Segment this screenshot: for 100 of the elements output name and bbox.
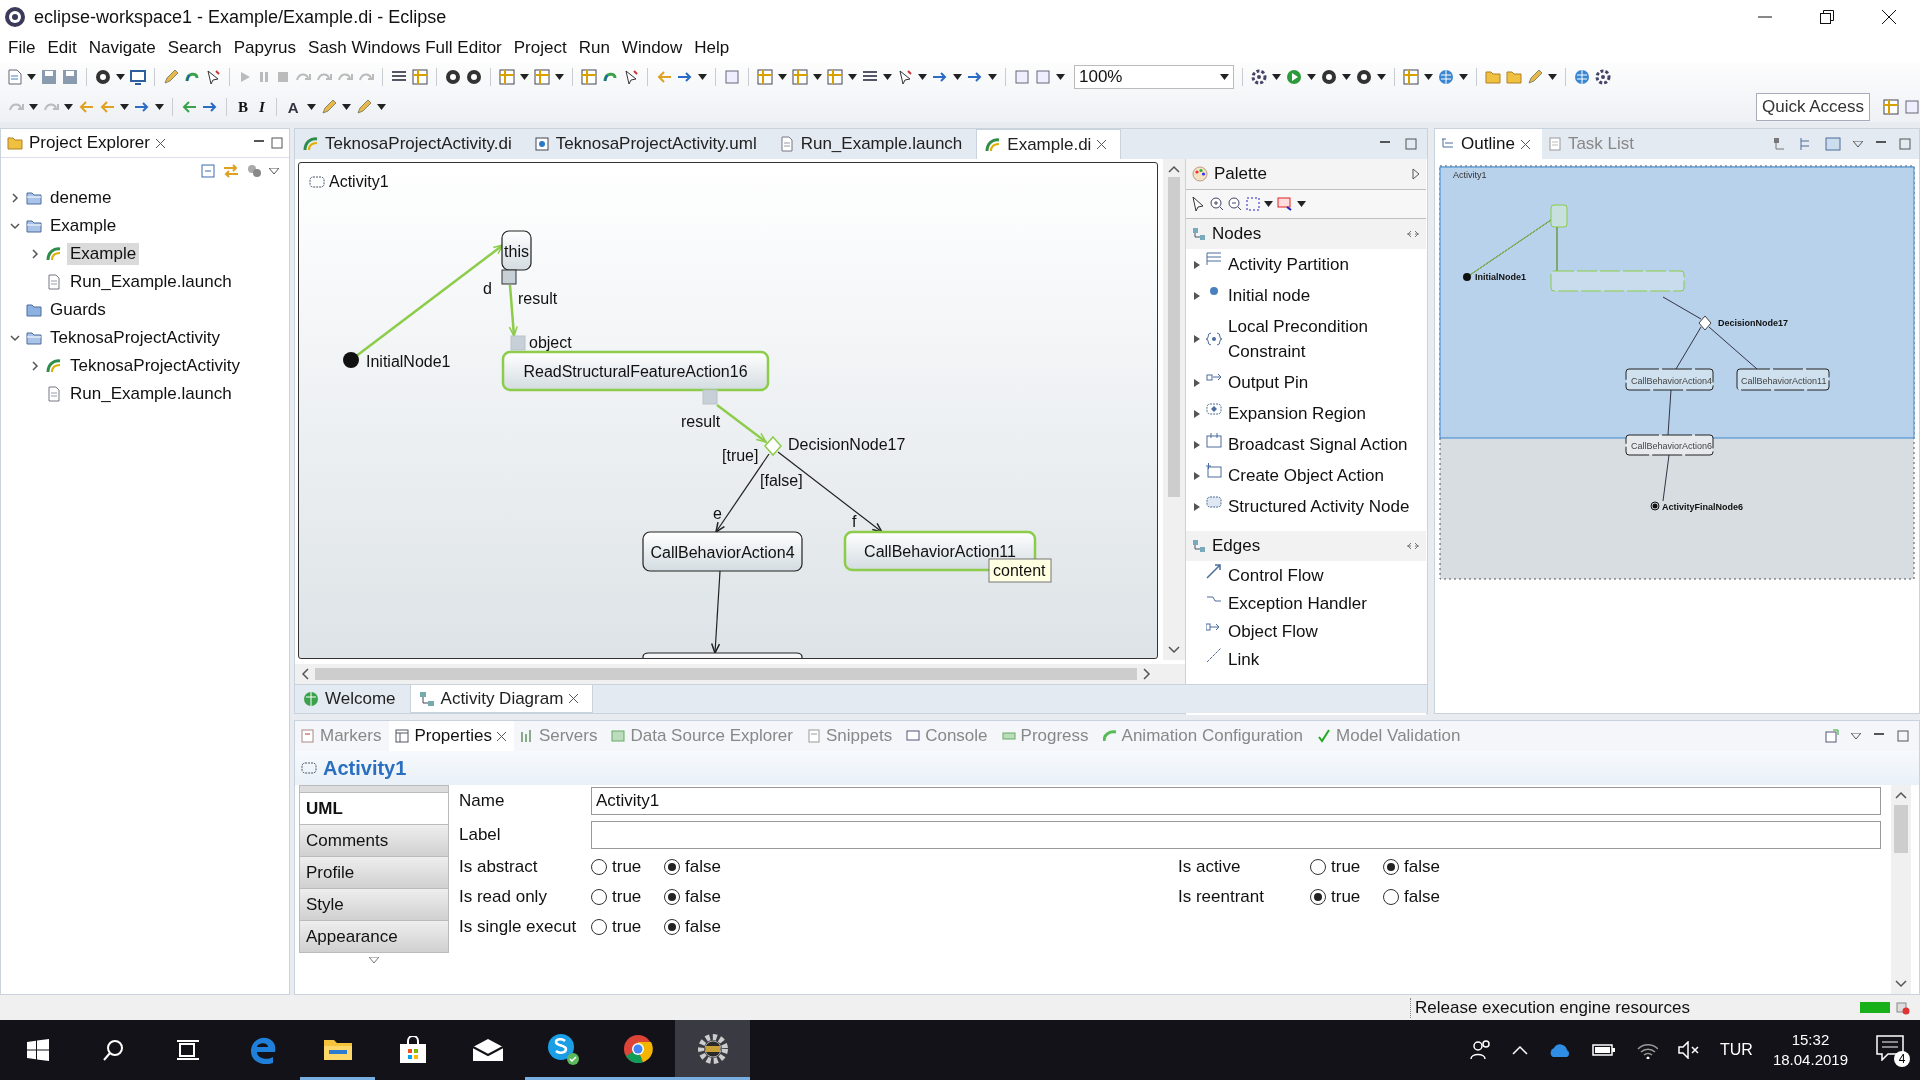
palette-item[interactable]: Local Precondition Constraint — [1186, 311, 1426, 367]
radio-button[interactable] — [1383, 859, 1399, 875]
scrollbar-thumb[interactable] — [1168, 177, 1180, 497]
arrow-icon[interactable] — [202, 101, 218, 113]
grid-icon[interactable] — [499, 69, 515, 85]
radio-button[interactable] — [664, 889, 680, 905]
speaker-muted-icon[interactable] — [1678, 1041, 1701, 1059]
arrow-icon[interactable] — [677, 71, 693, 83]
tree-item[interactable]: TeknosaProjectActivity — [47, 327, 224, 349]
play-icon[interactable] — [1286, 69, 1302, 85]
view-tab[interactable]: Properties — [389, 721, 514, 751]
palette-drawer[interactable]: Nodes — [1186, 219, 1426, 249]
pointer-icon[interactable] — [205, 69, 221, 85]
scrollbar-thumb[interactable] — [1894, 805, 1908, 853]
outline-tool-icon[interactable] — [1773, 137, 1787, 151]
text-field[interactable] — [591, 821, 1881, 849]
format-button[interactable]: B — [235, 98, 251, 116]
pencil-icon[interactable] — [320, 99, 337, 115]
arrow-icon[interactable] — [967, 71, 983, 83]
menu-item[interactable]: Papyrus — [227, 38, 303, 58]
view-tab[interactable]: Outline — [1435, 129, 1542, 159]
grid-icon[interactable] — [534, 69, 550, 85]
pointer-icon[interactable] — [897, 69, 913, 85]
scroll-down-icon[interactable] — [369, 957, 379, 963]
close-icon[interactable] — [1097, 140, 1107, 149]
browser-icon[interactable] — [248, 1036, 277, 1064]
menu-item[interactable]: Edit — [41, 38, 83, 58]
maximize-icon[interactable] — [1897, 730, 1909, 742]
progress-icon[interactable] — [1896, 1000, 1910, 1015]
radio-button[interactable] — [664, 859, 680, 875]
filter-icon[interactable] — [247, 164, 261, 178]
list-icon[interactable] — [862, 70, 878, 84]
scroll-left-icon[interactable] — [301, 668, 309, 680]
palette-item[interactable]: Control Flow — [1186, 561, 1426, 589]
marquee-icon[interactable] — [1246, 197, 1260, 211]
save-icon[interactable] — [41, 69, 57, 85]
mail-icon[interactable] — [471, 1038, 504, 1062]
expand-icon[interactable] — [1412, 168, 1420, 180]
radio-button[interactable] — [664, 919, 680, 935]
list-icon[interactable] — [391, 70, 407, 84]
scroll-right-icon[interactable] — [1143, 668, 1151, 680]
gear-icon[interactable] — [1595, 69, 1611, 85]
radio-button[interactable] — [1383, 889, 1399, 905]
circle-icon[interactable] — [445, 69, 461, 85]
scroll-down-icon[interactable] — [1895, 980, 1907, 988]
close-icon[interactable] — [1520, 139, 1530, 149]
editor-tab[interactable]: TeknosaProjectActivity.uml — [525, 129, 771, 159]
property-tab[interactable]: Comments — [299, 825, 449, 857]
pin-drawer-icon[interactable] — [1406, 541, 1420, 551]
scroll-down-icon[interactable] — [1168, 646, 1180, 654]
palette-item[interactable]: Expansion Region — [1186, 398, 1426, 429]
menu-item[interactable]: Run — [572, 38, 616, 58]
menu-item[interactable]: Search — [161, 38, 228, 58]
property-tab[interactable]: Appearance — [299, 921, 449, 953]
connection-tool-icon[interactable] — [1277, 197, 1293, 211]
pencil-icon[interactable] — [1527, 69, 1543, 85]
view-menu-icon[interactable] — [1853, 141, 1863, 147]
radio-button[interactable] — [591, 919, 607, 935]
zoom-combo[interactable]: 100% — [1074, 65, 1234, 89]
save-icon[interactable] — [62, 69, 78, 85]
maximize-icon[interactable] — [1405, 138, 1417, 150]
menu-item[interactable]: File — [2, 38, 42, 58]
pencil-icon[interactable] — [163, 69, 179, 85]
format-button[interactable]: A — [284, 98, 302, 116]
maximize-icon[interactable] — [1899, 138, 1911, 150]
palette-item[interactable]: Link — [1186, 645, 1426, 673]
maximize-icon[interactable] — [271, 137, 283, 149]
chrome-browser-icon[interactable] — [622, 1033, 653, 1064]
notification-icon[interactable] — [1876, 1035, 1904, 1061]
scroll-up-icon[interactable] — [1895, 791, 1907, 799]
tree-item[interactable]: Example — [47, 215, 120, 237]
circle-icon[interactable] — [466, 69, 482, 85]
property-tab[interactable]: UML — [299, 793, 449, 825]
gear-icon[interactable] — [1251, 69, 1267, 85]
radio-button[interactable] — [1310, 889, 1326, 905]
close-icon[interactable] — [1882, 10, 1896, 24]
globe-icon[interactable] — [1438, 69, 1454, 85]
text-field[interactable]: Activity1 — [591, 787, 1881, 815]
palette-item[interactable]: Object Flow — [1186, 617, 1426, 645]
grid-icon[interactable] — [827, 69, 843, 85]
tree-item[interactable]: deneme — [47, 187, 115, 209]
tree-item[interactable]: TeknosaProjectActivity — [67, 355, 244, 377]
arrow-icon[interactable] — [134, 101, 150, 113]
editor-tab[interactable]: Example.di — [976, 129, 1122, 159]
palette-item[interactable]: Output Pin — [1186, 367, 1426, 398]
palette-item[interactable]: Exception Handler — [1186, 589, 1426, 617]
menu-item[interactable]: Help — [688, 38, 736, 58]
store-bag-icon[interactable] — [398, 1036, 427, 1064]
collapsed-chevron-icon[interactable] — [30, 249, 40, 259]
palette-drawer[interactable]: Edges — [1186, 531, 1426, 561]
task-view-icon[interactable] — [175, 1039, 200, 1061]
palette-item[interactable]: Broadcast Signal Action — [1186, 429, 1426, 460]
menu-item[interactable]: Project — [507, 38, 573, 58]
pencil-icon[interactable] — [355, 99, 372, 115]
property-tab[interactable]: Style — [299, 889, 449, 921]
pointer-icon[interactable] — [623, 69, 639, 85]
windows-start-icon[interactable] — [26, 1039, 49, 1061]
view-menu-icon[interactable] — [1851, 733, 1861, 739]
scrollbar-thumb[interactable] — [315, 668, 1137, 680]
zoom-out-icon[interactable] — [1228, 197, 1242, 211]
